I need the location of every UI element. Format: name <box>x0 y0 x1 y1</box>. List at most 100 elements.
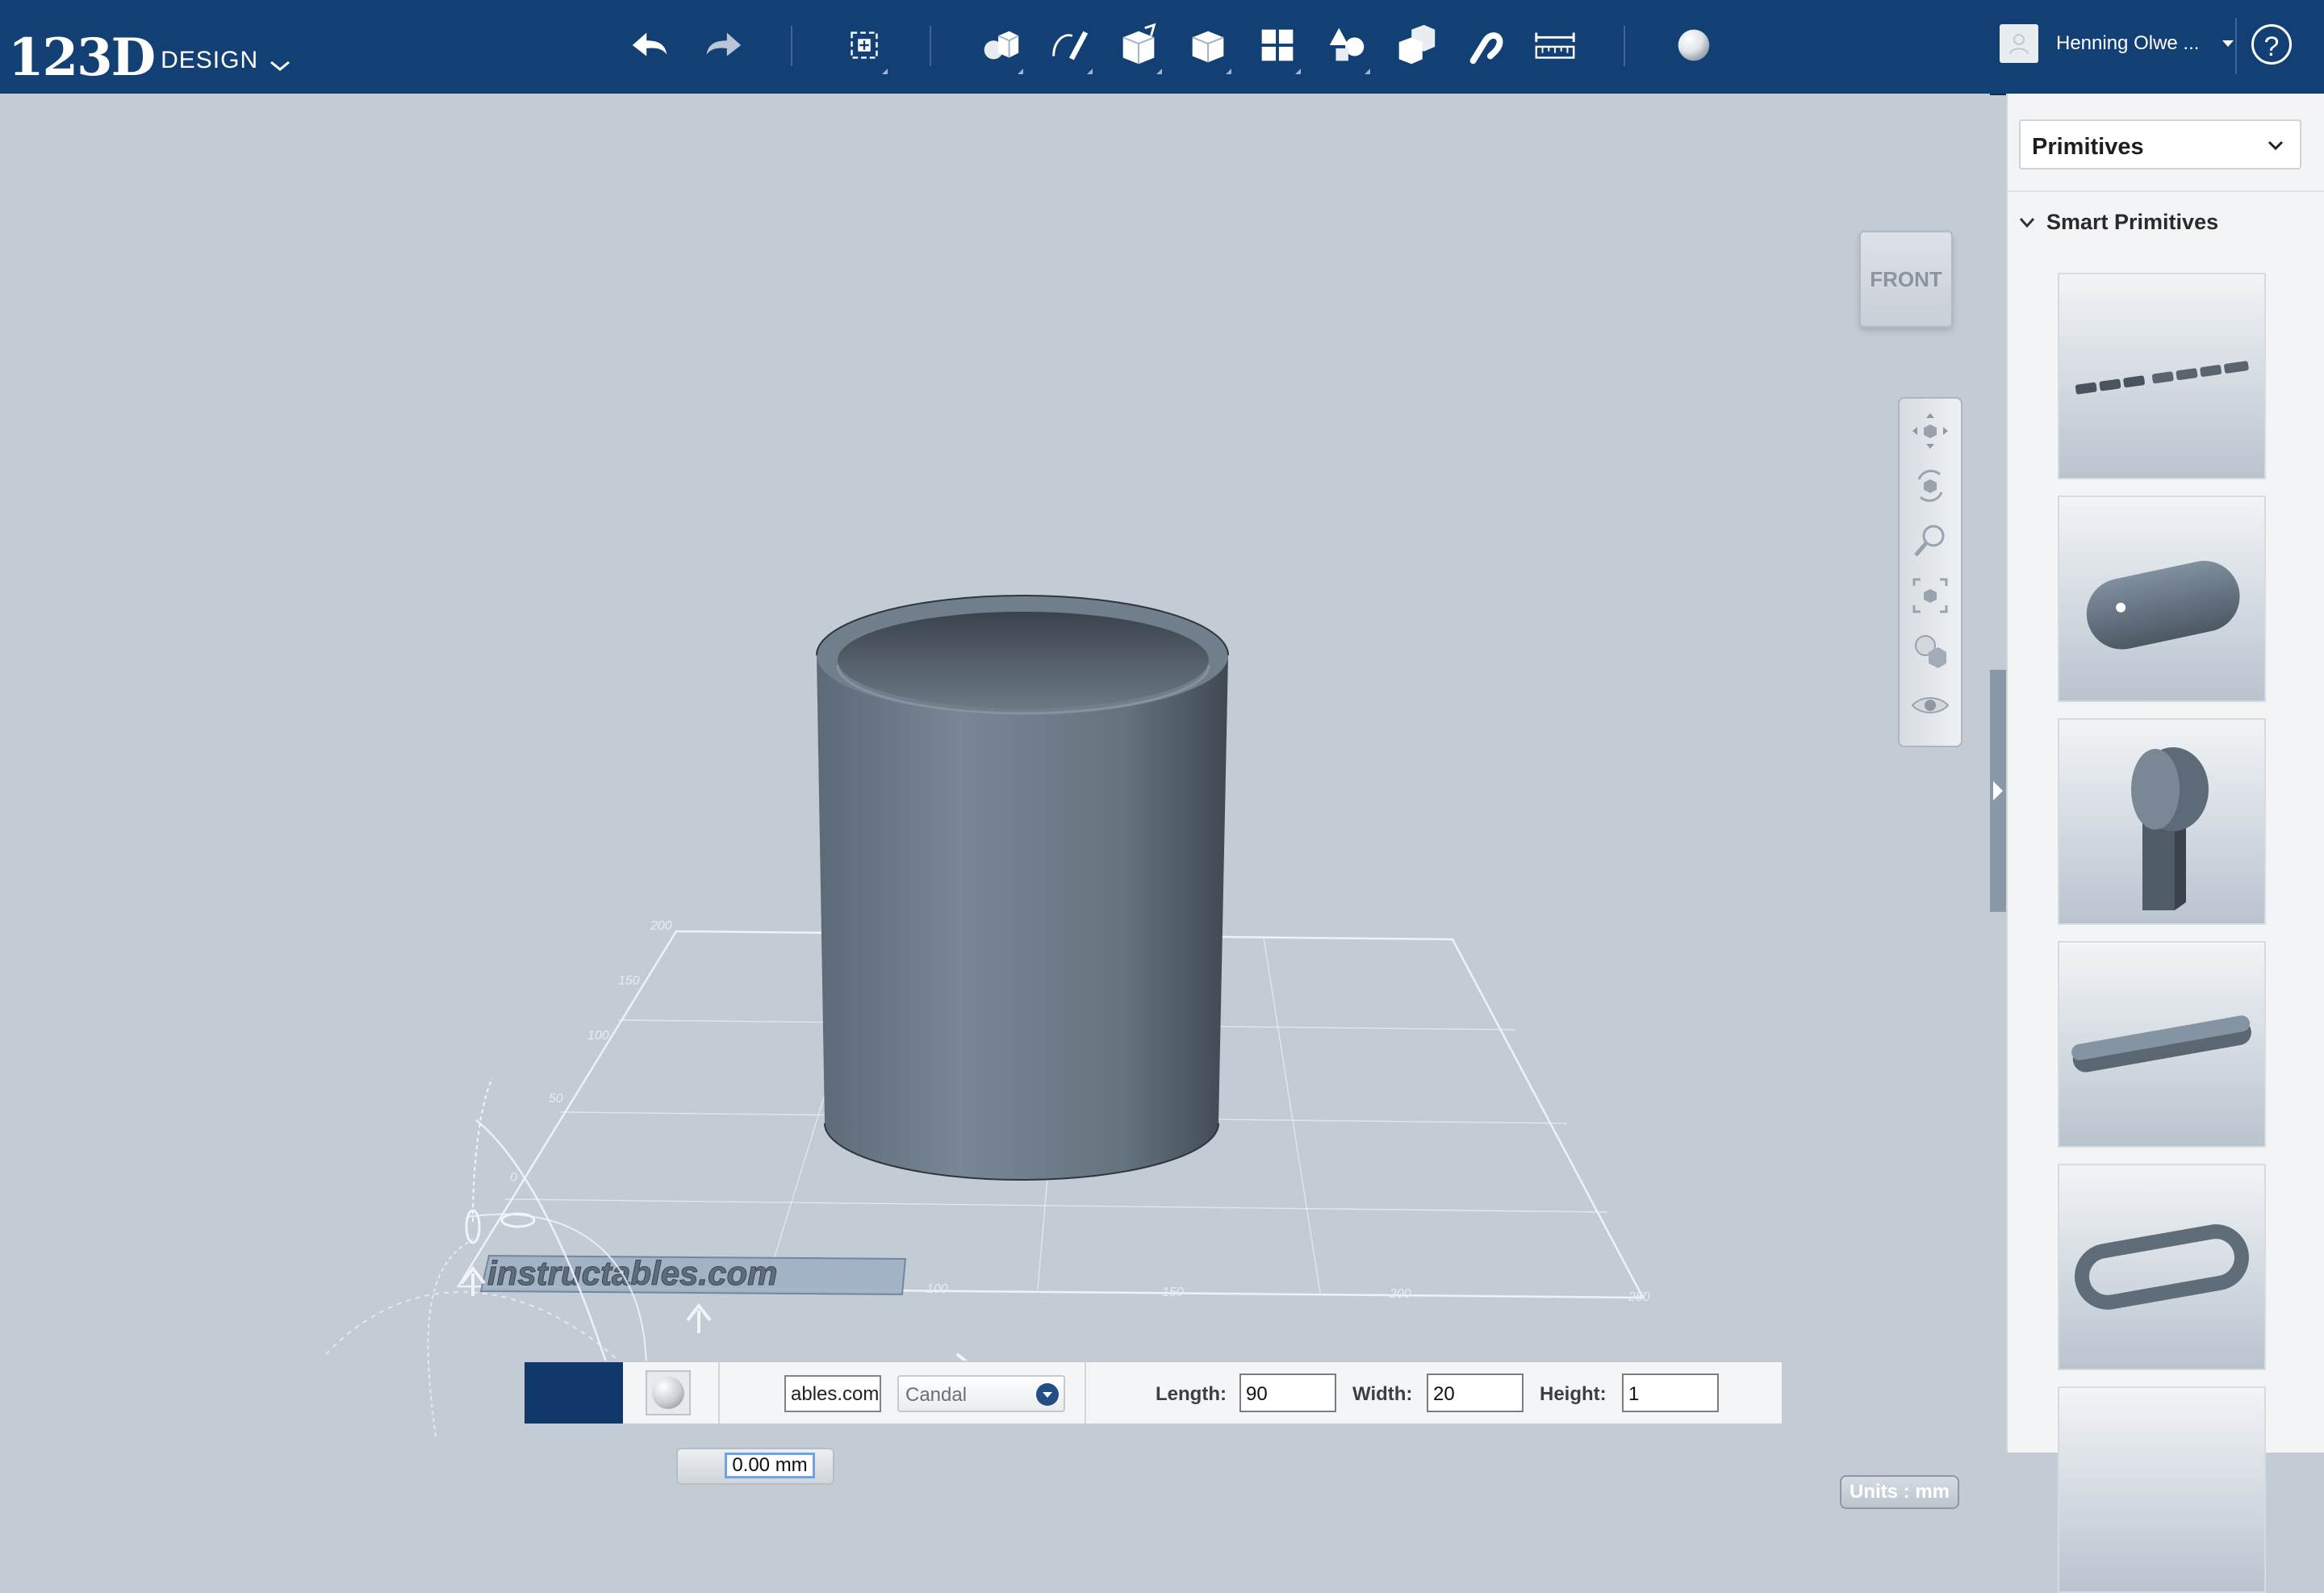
pan-button[interactable] <box>1906 407 1954 455</box>
orbit-button[interactable] <box>1906 462 1954 510</box>
submenu-indicator <box>1365 69 1370 74</box>
grouping-button[interactable] <box>1319 15 1375 76</box>
submenu-indicator <box>882 69 888 74</box>
modify-button[interactable] <box>1180 15 1236 76</box>
snap-button[interactable] <box>1457 15 1514 76</box>
primitive-tile-ring-slot[interactable] <box>2058 1164 2266 1370</box>
toolbar-separator <box>791 26 792 66</box>
pan-icon <box>1912 413 1948 449</box>
sketch-button[interactable] <box>1041 15 1097 76</box>
construct-icon <box>1122 23 1156 65</box>
section-title: Smart Primitives <box>2046 210 2219 234</box>
orbit-icon <box>1917 470 1943 502</box>
chevron-down-icon <box>2268 140 2284 151</box>
section-header-smart-primitives[interactable]: Smart Primitives <box>2019 210 2218 235</box>
grid-label: 100 <box>587 1029 609 1043</box>
offset-value-field[interactable]: 0.00 mm <box>725 1453 815 1478</box>
material-button[interactable] <box>646 1370 691 1415</box>
length-label: Length: <box>1156 1383 1227 1405</box>
help-button[interactable]: ? <box>2251 24 2292 65</box>
top-toolbar: 123D DESIGN Henning Olwe ... ? <box>0 0 2324 95</box>
width-input[interactable]: 20 <box>1427 1373 1524 1412</box>
panel-collapse-handle[interactable] <box>1990 670 2006 912</box>
submenu-indicator <box>1295 69 1301 74</box>
primitive-tile-text[interactable] <box>2058 273 2266 479</box>
grouping-icon <box>1329 27 1365 61</box>
chevron-down-icon <box>2019 217 2035 228</box>
text-primitive-icon <box>2075 361 2249 395</box>
zoom-button[interactable] <box>1906 516 1954 565</box>
submenu-indicator <box>1018 69 1023 74</box>
pattern-button[interactable] <box>1249 15 1306 76</box>
divider <box>1085 1362 1086 1424</box>
pattern-icon <box>1261 29 1294 61</box>
logo-number: 123D <box>8 27 156 88</box>
grid-label: 150 <box>1162 1286 1184 1299</box>
expand-arrow-icon <box>1993 781 2003 801</box>
text-object-label: instructables.com <box>487 1254 777 1292</box>
redo-icon <box>706 32 742 56</box>
keyhole-primitive-icon <box>2131 747 2209 910</box>
grid-label: 50 <box>549 1092 563 1106</box>
primitive-tile-slot[interactable] <box>2058 941 2266 1148</box>
length-input[interactable]: 90 <box>1239 1373 1336 1412</box>
primitives-button[interactable] <box>972 15 1028 76</box>
avatar <box>2000 24 2038 63</box>
width-label: Width: <box>1352 1383 1413 1405</box>
visibility-button[interactable] <box>1906 681 1954 730</box>
grid-label: 150 <box>618 974 640 988</box>
panel-category-dropdown[interactable]: Primitives <box>2019 119 2301 169</box>
font-select[interactable]: Candal <box>897 1375 1065 1412</box>
undo-icon <box>632 32 667 56</box>
view-mode-button[interactable] <box>1906 626 1954 675</box>
app-logo-menu[interactable]: 123D DESIGN <box>8 11 290 84</box>
grid-label: 250 <box>1628 1290 1650 1304</box>
divider <box>2008 190 2324 192</box>
view-mode-icon <box>1915 635 1946 668</box>
grid-label: 200 <box>650 919 672 933</box>
3d-viewport[interactable]: 200 150 100 50 0 50 100 150 200 250 inst… <box>0 94 1990 1509</box>
eye-icon <box>1911 697 1950 713</box>
capsule-primitive-icon <box>2086 561 2240 650</box>
primitive-tile-more[interactable] <box>2058 1386 2266 1593</box>
user-name: Henning Olwe ... <box>2056 32 2200 54</box>
transform-button[interactable] <box>836 15 892 76</box>
undo-button[interactable] <box>623 15 679 76</box>
primitives-panel: Primitives Smart Primitives <box>2006 94 2324 1593</box>
measure-button[interactable] <box>1527 15 1583 76</box>
color-swatch[interactable] <box>525 1362 623 1424</box>
text-object[interactable]: instructables.com <box>479 1254 907 1296</box>
primitives-icon <box>984 31 1019 60</box>
user-menu[interactable]: Henning Olwe ... <box>2000 24 2234 63</box>
scene-canvas[interactable]: 200 150 100 50 0 50 100 150 200 250 inst… <box>0 94 1990 1453</box>
font-select-value: Candal <box>905 1384 968 1406</box>
text-content-field[interactable]: ables.com <box>784 1375 881 1412</box>
units-button[interactable]: Units : mm <box>1840 1475 1959 1509</box>
sketch-icon <box>1052 31 1089 61</box>
combine-button[interactable] <box>1388 15 1444 76</box>
primitive-tile-capsule[interactable] <box>2058 495 2266 702</box>
toolbar-separator <box>2235 18 2237 74</box>
navigation-bar <box>1898 397 1962 747</box>
modify-icon <box>1192 31 1224 63</box>
submenu-indicator <box>1087 69 1093 74</box>
chevron-down-icon <box>270 61 290 71</box>
height-input[interactable]: 1 <box>1622 1373 1719 1412</box>
material-button[interactable] <box>1666 15 1722 76</box>
cylinder-object[interactable] <box>816 595 1229 1181</box>
logo-word: DESIGN <box>161 47 259 73</box>
combine-icon <box>1398 24 1436 65</box>
snap-icon <box>1469 32 1503 65</box>
construct-button[interactable] <box>1110 15 1167 76</box>
dropdown-arrow-icon <box>1036 1383 1059 1406</box>
slot-primitive-icon <box>2071 1015 2251 1072</box>
redo-button[interactable] <box>694 15 750 76</box>
grid-label: 200 <box>1389 1287 1411 1301</box>
fit-icon <box>1912 578 1948 613</box>
primitive-tile-keyhole[interactable] <box>2058 718 2266 925</box>
toolbar-separator <box>1624 26 1625 66</box>
caret-down-icon <box>2222 40 2234 47</box>
fit-button[interactable] <box>1906 571 1954 620</box>
divider <box>718 1362 720 1424</box>
view-cube[interactable]: FRONT <box>1859 231 1953 328</box>
